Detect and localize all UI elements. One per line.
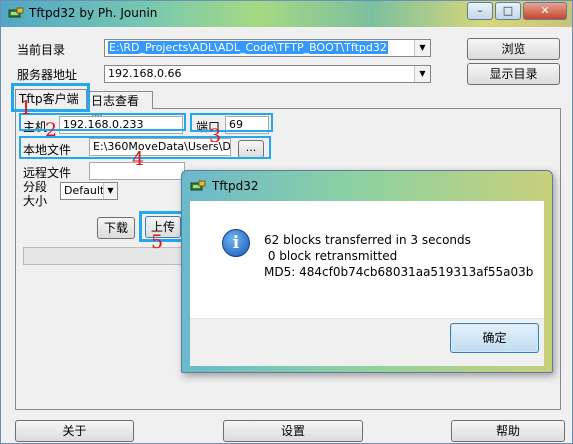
- annotation-number-3: 3: [209, 125, 222, 147]
- browse-button[interactable]: 浏览: [467, 38, 560, 60]
- window-title: Tftpd32 by Ph. Jounin: [29, 6, 158, 20]
- chevron-down-icon[interactable]: ▼: [414, 66, 430, 82]
- chevron-down-icon[interactable]: ▼: [103, 183, 117, 199]
- about-button[interactable]: 关于: [15, 420, 134, 442]
- block-size-label-2: 大小: [23, 194, 48, 208]
- annotation-number-1: 1: [20, 97, 33, 119]
- dialog-message-line-1: 62 blocks transferred in 3 seconds: [264, 233, 471, 247]
- current-dir-value: E:\RD_Projects\ADL\ADL_Code\TFTP_BOOT\Tf…: [108, 41, 388, 54]
- chevron-down-icon[interactable]: ▼: [414, 40, 430, 56]
- server-addr-value: 192.168.0.66: [108, 67, 182, 80]
- maximize-icon: □: [502, 4, 514, 17]
- dialog-title: Tftpd32: [212, 179, 259, 193]
- tftpd-app-icon: [190, 180, 206, 191]
- block-size-label-1: 分段: [23, 180, 48, 194]
- close-icon: ✕: [540, 4, 550, 17]
- minimize-button[interactable]: –: [467, 2, 493, 20]
- server-addr-combo[interactable]: 192.168.0.66 ▼: [104, 65, 431, 83]
- help-button[interactable]: 帮助: [451, 420, 565, 442]
- block-size-value: Default: [64, 184, 105, 197]
- dialog-message-line-2: 0 block retransmitted: [264, 249, 398, 263]
- close-button[interactable]: ✕: [523, 2, 567, 20]
- tab-log-viewer[interactable]: 日志查看器: [87, 91, 153, 126]
- ok-button[interactable]: 确定: [450, 323, 539, 353]
- title-bar[interactable]: Tftpd32 by Ph. Jounin – □ ✕: [1, 1, 572, 27]
- remote-file-label: 远程文件: [23, 166, 72, 180]
- transfer-result-dialog: Tftpd32 i 62 blocks transferred in 3 sec…: [181, 170, 553, 373]
- settings-button[interactable]: 设置: [223, 420, 363, 442]
- annotation-number-5: 5: [151, 231, 164, 253]
- maximize-button[interactable]: □: [495, 2, 521, 20]
- tftpd-app-icon: [8, 7, 24, 18]
- highlight-box-port: [190, 113, 273, 132]
- minimize-icon: –: [477, 4, 483, 17]
- block-size-select[interactable]: Default ▼: [60, 182, 118, 200]
- annotation-number-4: 4: [132, 148, 145, 170]
- show-dir-button[interactable]: 显示目录: [467, 63, 560, 85]
- download-button[interactable]: 下载: [97, 217, 135, 239]
- dialog-message-line-3: MD5: 484cf0b74cb68031aa519313af55a03b: [264, 265, 534, 279]
- info-icon: i: [222, 229, 250, 257]
- current-dir-label: 当前目录: [17, 43, 66, 57]
- current-dir-combo[interactable]: E:\RD_Projects\ADL\ADL_Code\TFTP_BOOT\Tf…: [104, 39, 431, 57]
- annotation-number-2: 2: [45, 119, 58, 141]
- server-addr-label: 服务器地址: [17, 68, 78, 82]
